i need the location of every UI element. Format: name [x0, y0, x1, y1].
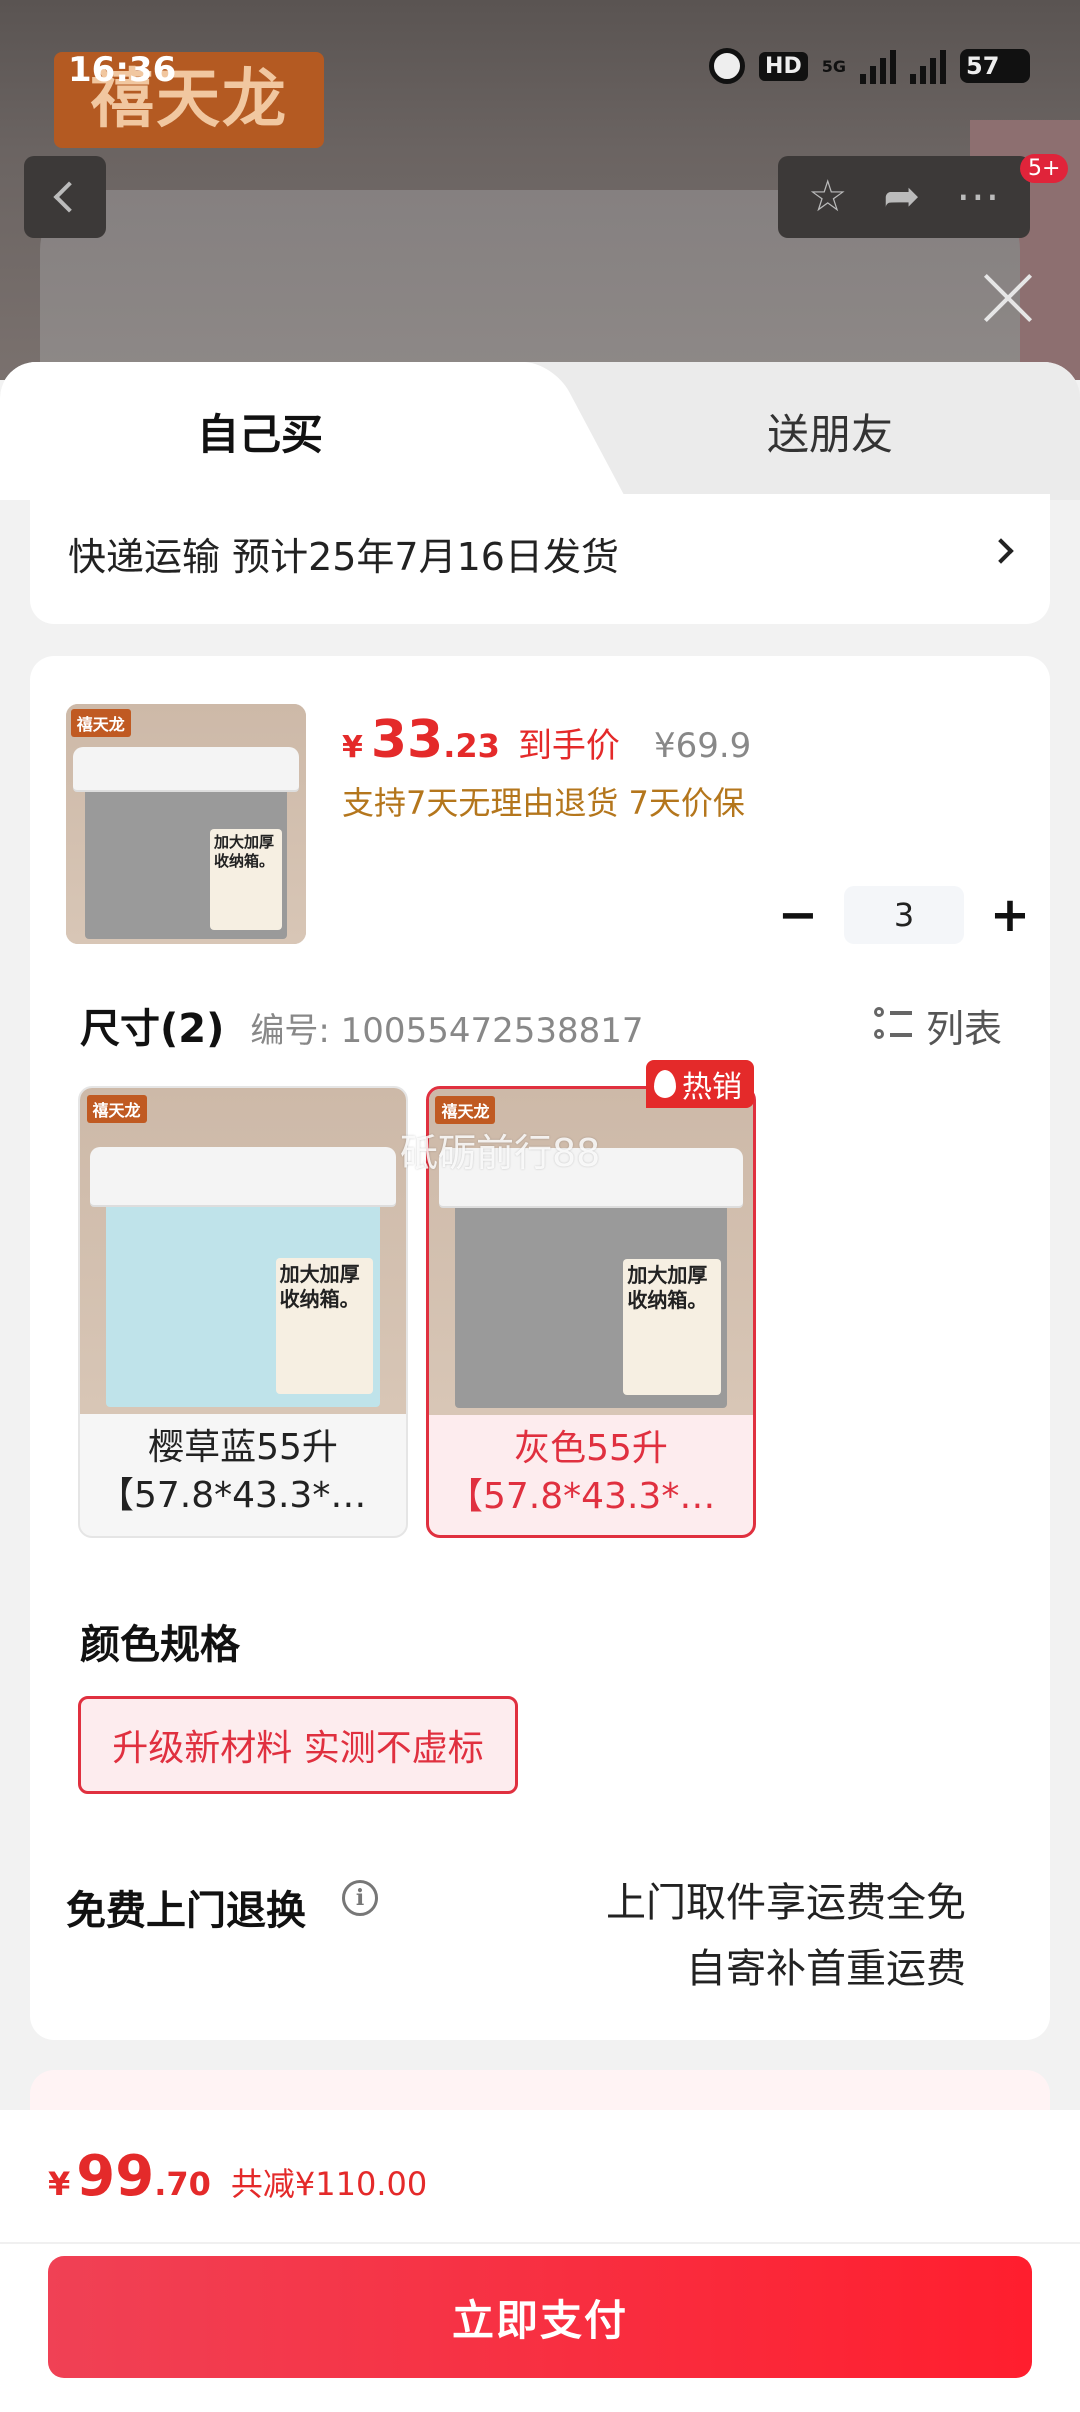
info-icon[interactable]: i — [342, 1880, 378, 1916]
sku-name-line2: 【57.8*43.3*3… — [447, 1476, 735, 1517]
star-icon[interactable]: ☆ — [808, 175, 847, 219]
sku-caption: 加大加厚收纳箱。 — [275, 1257, 374, 1395]
checkout-bar: ¥ 99 .70 共减¥110.00 立即支付 — [0, 2110, 1080, 2412]
price-line: ¥ 33 .23 到手价 ¥69.9 — [342, 710, 751, 770]
free-return-line2: 自寄补首重运费 — [686, 1946, 966, 1992]
purchase-sheet: 自己买 送朋友 快递运输 预计25年7月16日发货 禧天龙 加大加厚收纳箱。 ¥… — [0, 362, 1080, 2412]
size-header: 尺寸(2) 编号: 10055472538817 — [80, 996, 644, 1054]
tab-gift-friend[interactable]: 送朋友 — [620, 362, 1040, 500]
sku-caption: 加大加厚收纳箱。 — [623, 1258, 721, 1396]
pay-now-button[interactable]: 立即支付 — [48, 2256, 1032, 2378]
sku-brand-tag: 禧天龙 — [435, 1095, 496, 1124]
signal-icon — [860, 48, 896, 84]
original-price: ¥69.9 — [653, 726, 752, 766]
shipping-row[interactable]: 快递运输 预计25年7月16日发货 — [30, 494, 1050, 624]
hot-sale-label: 热销 — [682, 1070, 742, 1105]
total-integer: 99 — [76, 2144, 155, 2209]
product-code: 编号: 10055472538817 — [250, 1011, 644, 1051]
sku-name: 樱草蓝55升 【57.8*43.3*3… — [80, 1424, 406, 1520]
sku-option[interactable]: 禧天龙 加大加厚收纳箱。 樱草蓝55升 【57.8*43.3*3… — [78, 1086, 408, 1538]
divider — [0, 2242, 1080, 2244]
signal-icon-2 — [910, 48, 946, 84]
price-currency: ¥ — [342, 730, 363, 765]
tab-label: 送朋友 — [766, 409, 893, 459]
quantity-stepper: − 3 + — [770, 886, 1038, 944]
hot-sale-badge: 热销 — [646, 1060, 754, 1108]
total-savings: 共减¥110.00 — [230, 2165, 428, 2203]
product-thumbnail[interactable]: 禧天龙 加大加厚收纳箱。 — [66, 704, 306, 944]
tab-label: 自己买 — [196, 409, 323, 459]
quantity-input[interactable]: 3 — [844, 886, 964, 944]
free-return-desc: 上门取件享运费全免 自寄补首重运费 — [606, 1870, 966, 2002]
list-view-toggle[interactable]: 列表 — [873, 998, 1002, 1053]
close-icon[interactable] — [980, 270, 1036, 326]
tab-buy-self[interactable]: 自己买 — [0, 362, 560, 500]
notification-badge: 5+ — [1020, 154, 1069, 183]
sku-name-line1: 灰色55升 — [514, 1428, 668, 1469]
service-promise: 支持7天无理由退货 7天价保 — [342, 784, 745, 822]
free-return-line1: 上门取件享运费全免 — [606, 1880, 966, 1926]
minus-button[interactable]: − — [770, 887, 826, 943]
alarm-icon — [709, 48, 746, 84]
flame-icon — [654, 1070, 676, 1098]
chevron-right-icon — [988, 538, 1014, 564]
price-integer: 33 — [370, 710, 444, 770]
sku-brand-tag: 禧天龙 — [86, 1094, 147, 1123]
top-actions: ☆ ➦ ⋯ — [778, 156, 1030, 238]
product-options-card: 禧天龙 加大加厚收纳箱。 ¥ 33 .23 到手价 ¥69.9 支持7天无理由退… — [30, 656, 1050, 2040]
back-button[interactable] — [24, 156, 106, 238]
color-spec-option[interactable]: 升级新材料 实测不虚标 — [78, 1696, 518, 1794]
color-spec-title: 颜色规格 — [80, 1622, 240, 1668]
list-view-label: 列表 — [925, 1007, 1002, 1051]
chevron-left-icon — [53, 181, 85, 213]
total-currency: ¥ — [48, 2165, 71, 2203]
list-icon — [873, 1006, 912, 1045]
status-time: 16:36 — [68, 50, 177, 90]
more-icon[interactable]: ⋯ — [956, 175, 1000, 219]
total-decimal: .70 — [154, 2165, 211, 2203]
network-label: 5G — [821, 56, 846, 76]
size-title: 尺寸(2) — [80, 1006, 225, 1052]
hd-icon: HD — [759, 51, 808, 81]
battery-icon: 57 — [960, 49, 1030, 83]
share-icon[interactable]: ➦ — [883, 175, 920, 219]
thumbnail-brand-tag: 禧天龙 — [70, 708, 131, 737]
purchase-tabs: 自己买 送朋友 — [0, 362, 1080, 500]
sku-name-line2: 【57.8*43.3*3… — [98, 1475, 388, 1516]
free-return-title: 免费上门退换 — [66, 1888, 306, 1934]
sku-image: 禧天龙 加大加厚收纳箱。 — [80, 1088, 406, 1414]
sku-name-line1: 樱草蓝55升 — [148, 1427, 338, 1468]
price-tag: 到手价 — [517, 726, 620, 766]
sku-name: 灰色55升 【57.8*43.3*3… — [429, 1425, 753, 1521]
watermark: 砥砺前行88 — [400, 1131, 601, 1175]
thumbnail-caption: 加大加厚收纳箱。 — [210, 828, 282, 930]
plus-button[interactable]: + — [982, 887, 1038, 943]
price-decimal: .23 — [443, 727, 500, 765]
status-icons: HD 5G 57 — [709, 48, 1030, 84]
total-price: ¥ 99 .70 共减¥110.00 — [48, 2144, 427, 2209]
shipping-text: 快递运输 预计25年7月16日发货 — [68, 535, 619, 579]
